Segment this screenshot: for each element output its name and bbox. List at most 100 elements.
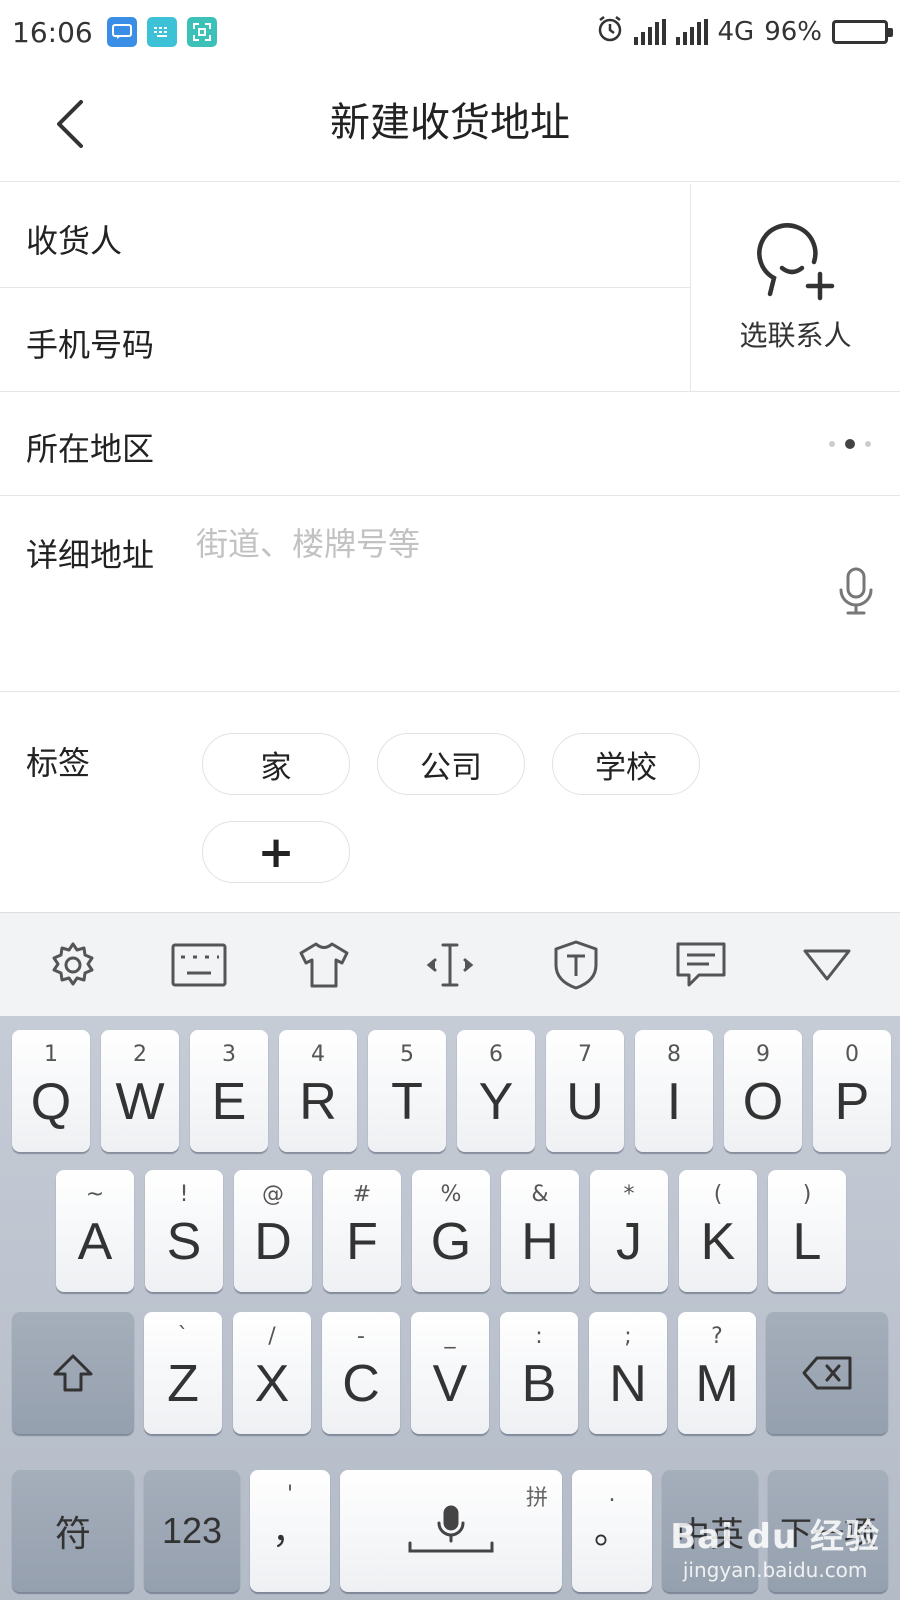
key-a[interactable]: ~ A [56, 1170, 134, 1292]
key-main-label: I [666, 1073, 682, 1131]
backspace-key[interactable] [766, 1312, 888, 1434]
key-main-label: C [342, 1355, 380, 1413]
key-main-label: N [609, 1355, 647, 1413]
key-sub-label: 2 [133, 1042, 147, 1067]
key-sub-label: : [535, 1324, 543, 1349]
key-sub-label: ! [179, 1182, 189, 1207]
scan-icon [186, 17, 217, 47]
symbols-key[interactable]: 符 [12, 1470, 134, 1592]
key-k[interactable]: (K [679, 1170, 757, 1292]
key-s[interactable]: ! S [145, 1170, 223, 1292]
cursor-move-icon[interactable] [410, 925, 490, 1005]
key-d[interactable]: @ D [234, 1170, 312, 1292]
key-main-label: S [166, 1213, 202, 1271]
key-sub-label: ? [711, 1324, 723, 1349]
consignee-input[interactable] [190, 206, 670, 266]
key-j[interactable]: * J [590, 1170, 668, 1292]
key-sub-label: _ [444, 1324, 456, 1349]
key-m[interactable]: ? M [678, 1312, 756, 1434]
key-sub-label: ` [177, 1324, 189, 1349]
key-e[interactable]: 3E [190, 1030, 268, 1152]
detail-address-row: 详细地址 [0, 496, 900, 692]
key-sub-label: % [440, 1182, 462, 1207]
keyboard-layout-icon[interactable] [159, 925, 239, 1005]
key-h[interactable]: & H [501, 1170, 579, 1292]
collapse-icon[interactable] [787, 925, 867, 1005]
key-y[interactable]: 6Y [457, 1030, 535, 1152]
key-main-label: O [742, 1073, 784, 1131]
comma-key[interactable]: ' ， [250, 1470, 330, 1592]
region-label: 所在地区 [26, 430, 155, 468]
tag-school[interactable]: 学校 [552, 733, 700, 795]
voice-input-icon [408, 1505, 494, 1553]
numbers-key[interactable]: 123 [144, 1470, 240, 1592]
key-sub-label: / [268, 1324, 276, 1349]
key-main-label: B [521, 1355, 557, 1413]
key-i[interactable]: 8I [635, 1030, 713, 1152]
status-time: 16:06 [12, 15, 93, 49]
key-main-label: Q [30, 1073, 72, 1131]
key-main-label: J [616, 1213, 642, 1271]
key-main-label: F [346, 1213, 378, 1271]
tag-home[interactable]: 家 [202, 733, 350, 795]
phone-row: 手机号码 [0, 288, 690, 392]
key-z[interactable]: ` Z [144, 1312, 222, 1434]
message-icon [106, 17, 137, 47]
shield-t-icon[interactable] [536, 925, 616, 1005]
comment-icon[interactable] [661, 925, 741, 1005]
key-b[interactable]: :B [500, 1312, 578, 1434]
key-v[interactable]: _ V [411, 1312, 489, 1434]
add-contact-icon [756, 222, 834, 300]
key-f[interactable]: # F [323, 1170, 401, 1292]
add-tag-button[interactable]: + [202, 821, 350, 883]
detail-address-input[interactable] [196, 522, 796, 672]
key-l[interactable]: ) L [768, 1170, 846, 1292]
key-p[interactable]: 0P [813, 1030, 891, 1152]
alarm-icon [596, 15, 624, 50]
space-key[interactable]: 拼 [340, 1470, 562, 1592]
microphone-icon[interactable] [838, 566, 874, 620]
key-o[interactable]: 9O [724, 1030, 802, 1152]
keyboard-toolbar [0, 912, 900, 1016]
key-u[interactable]: 7U [546, 1030, 624, 1152]
key-w[interactable]: 2W [101, 1030, 179, 1152]
key-main-label: R [299, 1073, 337, 1131]
battery-icon [832, 20, 893, 44]
key-main-label: E [211, 1073, 247, 1131]
shift-key[interactable] [12, 1312, 134, 1434]
period-key-main: 。 [593, 1510, 630, 1551]
key-sub-label: 4 [311, 1042, 325, 1067]
key-t[interactable]: 5T [368, 1030, 446, 1152]
key-main-label: K [700, 1213, 736, 1271]
period-key[interactable]: . 。 [572, 1470, 652, 1592]
language-switch-key[interactable]: 中英 [662, 1470, 758, 1592]
key-sub-label: # [352, 1182, 372, 1207]
key-x[interactable]: / X [233, 1312, 311, 1434]
key-c[interactable]: -C [322, 1312, 400, 1434]
key-g[interactable]: % G [412, 1170, 490, 1292]
gear-icon[interactable] [33, 925, 113, 1005]
key-sub-label: 1 [44, 1042, 58, 1067]
key-main-label: M [695, 1355, 739, 1413]
key-r[interactable]: 4R [279, 1030, 357, 1152]
key-q[interactable]: 1Q [12, 1030, 90, 1152]
status-bar: 16:06 4G 96% [0, 0, 900, 64]
region-row[interactable]: 所在地区 [0, 392, 900, 496]
battery-percent: 96% [764, 17, 822, 47]
key-n[interactable]: ; N [589, 1312, 667, 1434]
phone-input[interactable] [190, 310, 670, 370]
key-sub-label: 3 [222, 1042, 236, 1067]
shirt-icon[interactable] [284, 925, 364, 1005]
key-sub-label: ( [713, 1182, 723, 1207]
tag-company[interactable]: 公司 [377, 733, 525, 795]
comma-key-main: ， [271, 1510, 308, 1551]
key-sub-label: ~ [85, 1182, 105, 1207]
key-sub-label: & [531, 1182, 549, 1207]
backspace-icon [802, 1356, 852, 1390]
loading-dots-icon [826, 436, 874, 455]
key-main-label: X [254, 1355, 290, 1413]
detail-address-label: 详细地址 [26, 536, 155, 574]
network-type: 4G [717, 17, 755, 47]
pick-contact-button[interactable]: 选联系人 [690, 184, 900, 392]
next-field-key[interactable]: 下一项 [768, 1470, 888, 1592]
